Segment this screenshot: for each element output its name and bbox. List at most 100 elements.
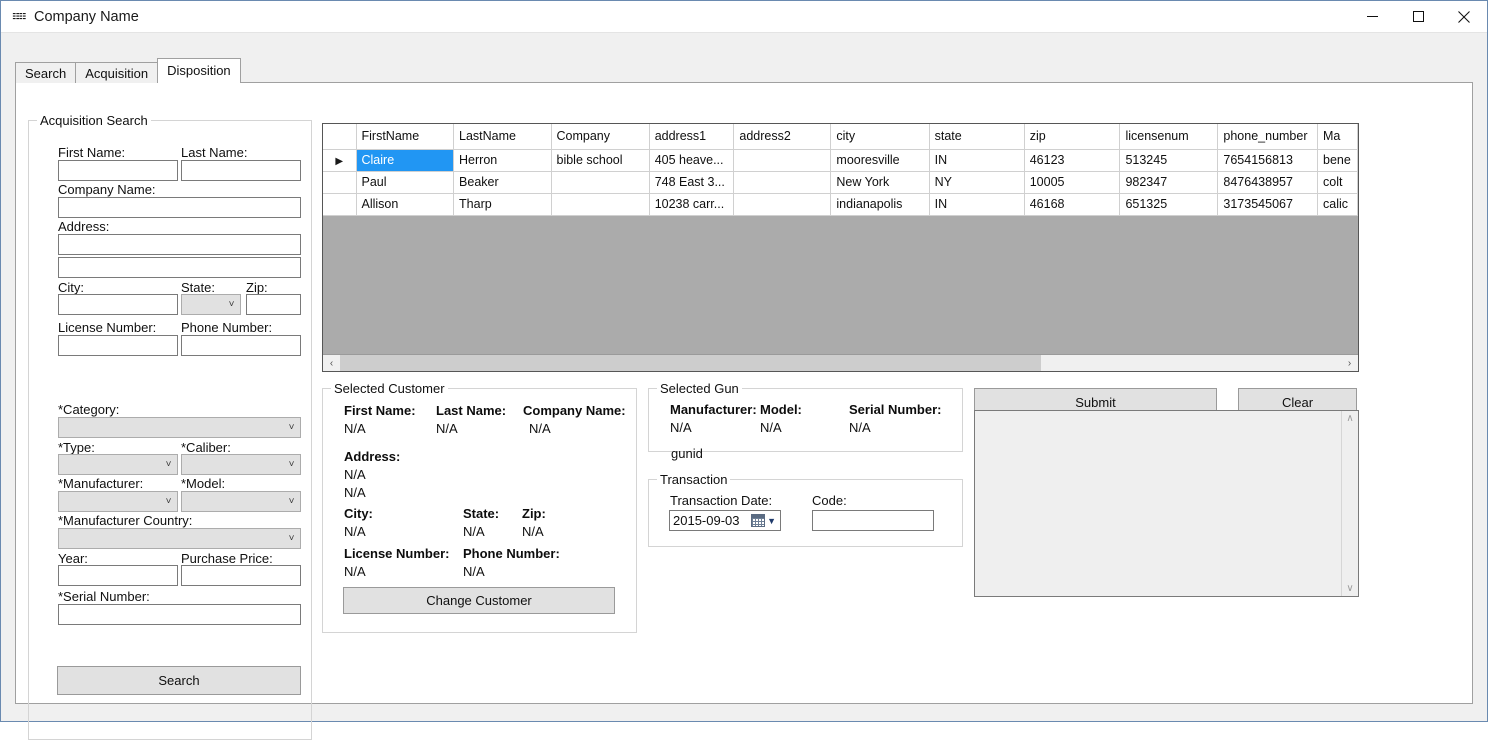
close-icon xyxy=(1458,10,1470,23)
cell-manufacturer[interactable]: calic xyxy=(1317,193,1358,216)
cell-licensenum[interactable]: 513245 xyxy=(1119,149,1219,172)
cell-zip[interactable]: 10005 xyxy=(1024,171,1121,194)
cell-company[interactable]: bible school xyxy=(551,149,650,172)
zip-input[interactable] xyxy=(246,294,301,315)
phone-number-input[interactable] xyxy=(181,335,301,356)
cell-company[interactable] xyxy=(551,171,650,194)
cell-address2[interactable] xyxy=(733,149,832,172)
cell-state[interactable]: IN xyxy=(929,193,1025,216)
chevron-down-icon: ˅ xyxy=(288,533,295,544)
application-window: ☷☷ Company Name Search Acquisition Dispo… xyxy=(0,0,1488,740)
sc-last-name-label: Last Name: xyxy=(436,403,507,418)
scrollbar-thumb[interactable] xyxy=(340,355,1041,371)
maximize-icon xyxy=(1412,11,1424,22)
grid-horizontal-scrollbar[interactable]: ‹ › xyxy=(323,354,1358,371)
scroll-left-icon[interactable]: ‹ xyxy=(323,355,340,371)
cell-address1[interactable]: 405 heave... xyxy=(649,149,735,172)
transaction-date-picker[interactable]: 2015-09-03 ▼ xyxy=(669,510,781,531)
cell-state[interactable]: NY xyxy=(929,171,1025,194)
close-button[interactable] xyxy=(1441,2,1487,32)
cell-licensenum[interactable]: 982347 xyxy=(1119,171,1219,194)
cell-firstname[interactable]: Claire xyxy=(356,149,455,172)
log-vertical-scrollbar[interactable]: ∧ ∨ xyxy=(1341,411,1358,596)
scroll-right-icon[interactable]: › xyxy=(1341,355,1358,371)
cell-state[interactable]: IN xyxy=(929,149,1025,172)
cell-firstname[interactable]: Allison xyxy=(356,193,455,216)
table-row[interactable]: Paul Beaker 748 East 3... New York NY 10… xyxy=(323,171,1358,194)
scroll-down-icon[interactable]: ∨ xyxy=(1346,583,1353,594)
grid-col-licensenum[interactable]: licensenum xyxy=(1119,124,1219,150)
serial-number-input[interactable] xyxy=(58,604,301,625)
table-row[interactable]: ▶ Claire Herron bible school 405 heave..… xyxy=(323,149,1358,172)
cell-address2[interactable] xyxy=(733,171,832,194)
address2-input[interactable] xyxy=(58,257,301,278)
cell-city[interactable]: indianapolis xyxy=(830,193,930,216)
sg-model-label: Model: xyxy=(760,402,802,417)
cell-company[interactable] xyxy=(551,193,650,216)
first-name-input[interactable] xyxy=(58,160,178,181)
cell-zip[interactable]: 46123 xyxy=(1024,149,1121,172)
caliber-select[interactable]: ˅ xyxy=(181,454,301,475)
grid-col-lastname[interactable]: LastName xyxy=(453,124,552,150)
grid-col-company[interactable]: Company xyxy=(551,124,650,150)
minimize-button[interactable] xyxy=(1349,2,1395,32)
chevron-down-icon: ˅ xyxy=(288,496,295,507)
cell-address2[interactable] xyxy=(733,193,832,216)
tab-disposition[interactable]: Disposition xyxy=(157,58,241,83)
scrollbar-track[interactable] xyxy=(340,355,1341,371)
chevron-down-icon[interactable]: ▼ xyxy=(767,516,776,526)
cell-manufacturer[interactable]: bene xyxy=(1317,149,1358,172)
tab-acquisition[interactable]: Acquisition xyxy=(75,62,159,83)
cell-phonenumber[interactable]: 3173545067 xyxy=(1217,193,1319,216)
grid-col-address2[interactable]: address2 xyxy=(733,124,832,150)
code-input[interactable] xyxy=(812,510,934,531)
grid-col-firstname[interactable]: FirstName xyxy=(356,124,455,150)
cell-address1[interactable]: 10238 carr... xyxy=(649,193,735,216)
city-input[interactable] xyxy=(58,294,178,315)
scroll-up-icon[interactable]: ∧ xyxy=(1346,413,1353,424)
grid-col-state[interactable]: state xyxy=(929,124,1025,150)
search-button[interactable]: Search xyxy=(57,666,301,695)
tab-search[interactable]: Search xyxy=(15,62,77,83)
cell-city[interactable]: New York xyxy=(830,171,930,194)
log-textarea[interactable]: ∧ ∨ xyxy=(974,410,1359,597)
table-row[interactable]: Allison Tharp 10238 carr... indianapolis… xyxy=(323,193,1358,216)
cell-manufacturer[interactable]: colt xyxy=(1317,171,1358,194)
log-content[interactable] xyxy=(975,411,1341,596)
cell-lastname[interactable]: Herron xyxy=(453,149,552,172)
company-name-input[interactable] xyxy=(58,197,301,218)
cell-city[interactable]: mooresville xyxy=(830,149,930,172)
sc-first-name-label: First Name: xyxy=(344,403,416,418)
grid-col-city[interactable]: city xyxy=(830,124,930,150)
grid-col-address1[interactable]: address1 xyxy=(649,124,735,150)
change-customer-button[interactable]: Change Customer xyxy=(343,587,615,614)
category-select[interactable]: ˅ xyxy=(58,417,301,438)
cell-lastname[interactable]: Beaker xyxy=(453,171,552,194)
type-select[interactable]: ˅ xyxy=(58,454,178,475)
cell-licensenum[interactable]: 651325 xyxy=(1119,193,1219,216)
sc-last-name-value: N/A xyxy=(436,421,458,436)
cell-firstname[interactable]: Paul xyxy=(356,171,455,194)
grid-col-zip[interactable]: zip xyxy=(1024,124,1121,150)
customer-data-grid[interactable]: FirstName LastName Company address1 addr… xyxy=(322,123,1359,372)
serial-number-label: *Serial Number: xyxy=(58,589,150,604)
model-select[interactable]: ˅ xyxy=(181,491,301,512)
manufacturer-select[interactable]: ˅ xyxy=(58,491,178,512)
cell-phonenumber[interactable]: 7654156813 xyxy=(1217,149,1319,172)
manufacturer-country-select[interactable]: ˅ xyxy=(58,528,301,549)
address1-input[interactable] xyxy=(58,234,301,255)
grid-row-header-corner xyxy=(323,124,357,150)
state-select[interactable]: ˅ xyxy=(181,294,241,315)
cell-zip[interactable]: 46168 xyxy=(1024,193,1121,216)
code-label: Code: xyxy=(812,493,847,508)
last-name-input[interactable] xyxy=(181,160,301,181)
maximize-button[interactable] xyxy=(1395,2,1441,32)
grid-col-manufacturer[interactable]: Ma xyxy=(1317,124,1358,150)
cell-lastname[interactable]: Tharp xyxy=(453,193,552,216)
cell-phonenumber[interactable]: 8476438957 xyxy=(1217,171,1319,194)
license-number-input[interactable] xyxy=(58,335,178,356)
grid-col-phonenumber[interactable]: phone_number xyxy=(1217,124,1319,150)
cell-address1[interactable]: 748 East 3... xyxy=(649,171,735,194)
year-input[interactable] xyxy=(58,565,178,586)
purchase-price-input[interactable] xyxy=(181,565,301,586)
